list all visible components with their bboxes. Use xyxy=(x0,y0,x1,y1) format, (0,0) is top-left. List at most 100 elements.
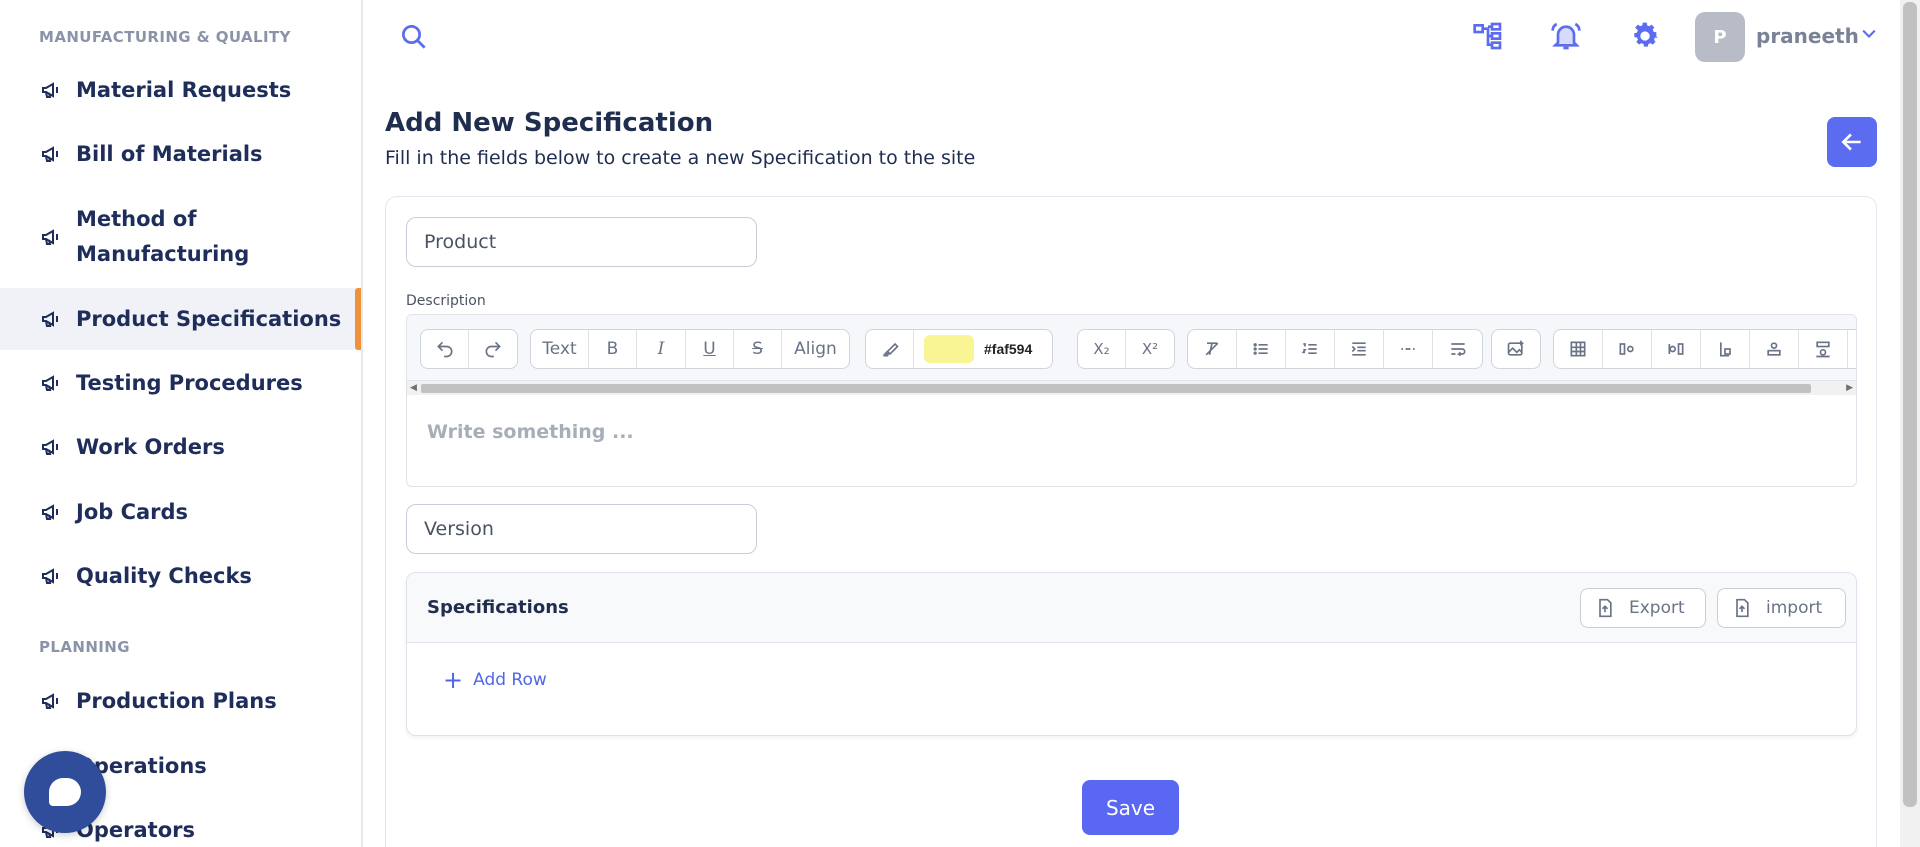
strikethrough-button[interactable]: S xyxy=(734,330,782,368)
org-chart-icon[interactable] xyxy=(1472,20,1504,52)
align-button[interactable]: Align xyxy=(782,330,849,368)
row-after-icon xyxy=(1816,341,1830,358)
indent-button[interactable] xyxy=(1335,330,1384,368)
text-style-button[interactable]: Text xyxy=(531,330,589,368)
bullet-list-button[interactable] xyxy=(1237,330,1286,368)
add-row-label: Add Row xyxy=(473,670,547,690)
toolbar-overflow xyxy=(1848,330,1856,368)
insert-table-button[interactable] xyxy=(1554,330,1603,368)
back-button[interactable] xyxy=(1827,117,1877,167)
chevron-down-icon[interactable] xyxy=(1859,24,1879,44)
add-row-after-button[interactable] xyxy=(1799,330,1848,368)
save-button[interactable]: Save xyxy=(1082,780,1179,835)
text-wrap-button[interactable] xyxy=(1433,330,1482,368)
italic-button[interactable]: I xyxy=(637,330,686,368)
import-label: import xyxy=(1766,598,1823,618)
bullet-list-icon xyxy=(1253,343,1268,355)
undo-icon xyxy=(436,341,452,358)
insert-image-button[interactable] xyxy=(1492,330,1540,368)
sidebar-item-label: Job Cards xyxy=(76,499,189,524)
bell-icon[interactable] xyxy=(1550,20,1582,52)
add-row-button[interactable]: + Add Row xyxy=(443,668,547,692)
megaphone-icon xyxy=(42,229,58,245)
user-name[interactable]: praneeth xyxy=(1756,24,1859,48)
megaphone-icon xyxy=(42,146,58,162)
file-import-icon xyxy=(1736,598,1749,618)
gear-icon[interactable] xyxy=(1629,20,1661,52)
scrollbar-thumb[interactable] xyxy=(1903,2,1917,807)
sidebar-item-product-specifications[interactable]: Product Specifications xyxy=(0,288,361,350)
block-group xyxy=(1187,329,1483,369)
undo-button[interactable] xyxy=(421,330,469,368)
version-input[interactable]: Version xyxy=(406,504,757,554)
numbered-list-icon xyxy=(1301,343,1317,354)
highlighter-icon xyxy=(882,342,899,357)
sidebar-item-work-orders[interactable]: Work Orders xyxy=(0,429,361,465)
description-editor[interactable]: Text B I U S Align #faf594 X₂ X² ◀ ▶ Wri… xyxy=(406,314,1857,487)
sidebar-item-label: Work Orders xyxy=(76,434,225,459)
page-scrollbar[interactable] xyxy=(1900,0,1920,847)
highlight-button[interactable] xyxy=(866,330,914,368)
scroll-left-arrow-icon[interactable]: ◀ xyxy=(410,383,417,393)
row-before-icon xyxy=(1767,342,1781,356)
numbered-list-button[interactable] xyxy=(1286,330,1335,368)
underline-button[interactable]: U xyxy=(686,330,734,368)
sidebar-item-testing-procedures[interactable]: Testing Procedures xyxy=(0,365,361,401)
color-group: #faf594 xyxy=(865,329,1054,369)
add-column-before-button[interactable] xyxy=(1603,330,1652,368)
subscript-button[interactable]: X₂ xyxy=(1078,330,1126,368)
sidebar-item-label: Production Plans xyxy=(76,688,277,713)
font-color-picker[interactable]: #faf594 xyxy=(914,330,1052,368)
sidebar-item-label: Product Specifications xyxy=(76,306,342,331)
redo-icon xyxy=(485,341,501,358)
sidebar-item-material-requests[interactable]: Material Requests xyxy=(0,72,361,108)
megaphone-icon xyxy=(42,311,58,327)
color-swatch xyxy=(924,335,974,363)
sidebar-item-label: Bill of Materials xyxy=(76,141,263,166)
delete-column-button[interactable] xyxy=(1701,330,1750,368)
scroll-right-arrow-icon[interactable]: ▶ xyxy=(1846,383,1853,393)
sidebar-item-method-of-manufacturing[interactable]: Method of Manufacturing xyxy=(0,202,361,272)
horizontal-rule-button[interactable] xyxy=(1384,330,1433,368)
export-button[interactable]: Export xyxy=(1580,588,1706,628)
product-input[interactable]: Product xyxy=(406,217,757,267)
search-icon[interactable] xyxy=(399,22,429,52)
sidebar-item-label: Testing Procedures xyxy=(76,370,303,395)
table-group xyxy=(1553,329,1856,369)
version-placeholder: Version xyxy=(424,518,494,540)
superscript-button[interactable]: X² xyxy=(1126,330,1174,368)
megaphone-icon xyxy=(42,439,58,455)
horizontal-rule-icon xyxy=(1401,348,1415,350)
page-subtitle: Fill in the fields below to create a new… xyxy=(385,147,976,169)
page-title: Add New Specification xyxy=(385,108,714,138)
color-value: #faf594 xyxy=(984,341,1033,357)
sidebar-item-label: Material Requests xyxy=(76,77,292,102)
specifications-panel: Specifications Export import + Add Row xyxy=(406,572,1857,736)
import-button[interactable]: import xyxy=(1717,588,1846,628)
arrow-left-icon xyxy=(1841,133,1861,151)
column-after-icon xyxy=(1668,343,1684,355)
editor-toolbar: Text B I U S Align #faf594 X₂ X² xyxy=(407,315,1856,381)
table-icon xyxy=(1570,341,1586,357)
sidebar-item-bill-of-materials[interactable]: Bill of Materials xyxy=(0,136,361,172)
topbar: P praneeth xyxy=(363,0,1920,72)
bold-button[interactable]: B xyxy=(589,330,637,368)
sidebar-section-title: MANUFACTURING & QUALITY xyxy=(39,28,291,46)
add-column-after-button[interactable] xyxy=(1652,330,1701,368)
history-group xyxy=(420,329,518,369)
sidebar-item-job-cards[interactable]: Job Cards xyxy=(0,494,361,530)
sidebar-item-production-plans[interactable]: Production Plans xyxy=(0,683,361,719)
chat-launcher-button[interactable] xyxy=(24,751,106,833)
scrollbar-thumb[interactable] xyxy=(421,384,1811,393)
add-row-before-button[interactable] xyxy=(1750,330,1799,368)
sidebar: MANUFACTURING & QUALITY Material Request… xyxy=(0,0,363,847)
clear-format-button[interactable] xyxy=(1188,330,1237,368)
sidebar-item-quality-checks[interactable]: Quality Checks xyxy=(0,558,361,594)
chat-icon xyxy=(49,778,81,806)
megaphone-icon xyxy=(42,504,58,520)
redo-button[interactable] xyxy=(469,330,517,368)
sidebar-item-label: Quality Checks xyxy=(76,563,252,588)
toolbar-scrollbar[interactable]: ◀ ▶ xyxy=(407,381,1856,395)
avatar[interactable]: P xyxy=(1695,12,1745,62)
file-export-icon xyxy=(1599,598,1612,618)
